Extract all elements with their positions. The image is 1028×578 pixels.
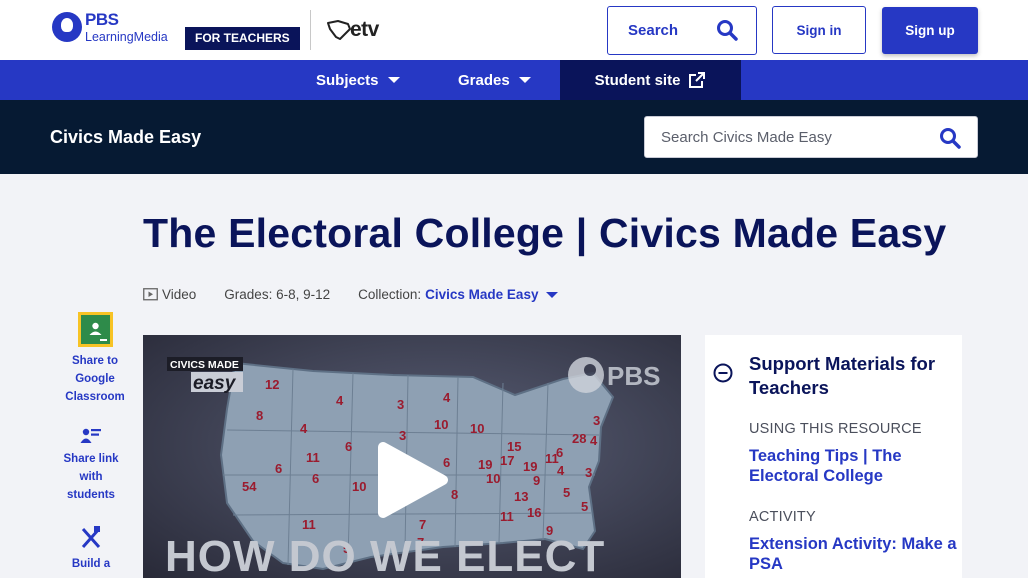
share-students-icon [80,428,101,443]
collection-title[interactable]: Civics Made Easy [50,127,201,148]
media-type: Video [162,287,197,302]
header-divider [310,10,311,50]
map-number-label: 16 [527,505,541,520]
top-header: PBS LearningMedia FOR TEACHERS etv Searc… [0,0,1028,60]
map-number-label: 17 [500,453,514,468]
map-number-label: 4 [557,463,565,478]
map-number-label: 15 [507,439,521,454]
map-number-label: 8 [256,408,263,423]
logo-main-text: PBS [85,10,119,29]
map-number-label: 9 [533,473,540,488]
map-number-label: 4 [443,390,451,405]
map-number-label: 6 [556,445,563,460]
nav-student-site[interactable]: Student site [560,60,741,100]
collection-bar: Civics Made Easy [0,100,1028,174]
map-number-label: 28 [572,431,586,446]
map-number-label: 10 [352,479,366,494]
video-icon [143,287,158,300]
map-number-label: 11 [302,517,316,532]
map-number-label: 10 [470,421,484,436]
build-tools-icon [81,526,101,548]
map-number-label: 4 [336,393,344,408]
map-number-label: 6 [275,461,282,476]
share-link-students[interactable]: Share link with students [56,427,126,504]
sign-in-button[interactable]: Sign in [772,6,866,54]
sign-up-button[interactable]: Sign up [882,7,978,54]
pbs-watermark: PBS [568,357,660,393]
map-number-label: 6 [312,471,319,486]
page-title: The Electoral College | Civics Made Easy [143,210,947,256]
map-number-label: 8 [451,487,458,502]
external-link-icon [689,72,706,88]
support-materials-title[interactable]: Support Materials for Teachers [749,352,959,400]
map-number-label: 4 [590,433,598,448]
video-caption: HOW DO WE ELECT [165,532,605,578]
map-number-label: 5 [563,485,570,500]
nav-grades-label: Grades [458,71,510,89]
map-number-label: 6 [443,455,450,470]
nav-student-site-label: Student site [594,71,681,89]
etv-logo[interactable]: etv [326,18,379,42]
collection-label: Collection: [358,287,422,302]
map-number-label: 4 [300,421,308,436]
state-outline-icon [327,20,351,40]
logo-sub-text: LearningMedia [85,30,168,44]
badge-top-text: CIVICS MADE [170,359,239,371]
nav-grades[interactable]: Grades [458,60,531,100]
extension-activity-link[interactable]: Extension Activity: Make a PSA [749,534,961,574]
map-number-label: 7 [419,517,426,532]
watermark-text: PBS [607,361,660,391]
chevron-down-icon [387,77,400,83]
pbs-learningmedia-logo[interactable]: PBS LearningMedia [52,11,168,44]
collection-link[interactable]: Civics Made Easy [425,287,538,302]
resource-meta: Video Grades: 6-8, 9-12 Collection: Civi… [143,287,559,302]
share-google-classroom[interactable]: Share to Google Classroom [60,312,130,406]
build-label: Build a [71,558,111,570]
map-number-label: 3 [399,428,406,443]
map-number-label: 5 [581,499,588,514]
etv-text: etv [350,18,379,41]
map-number-label: 11 [500,509,514,524]
share-classroom-label: Share to Google Classroom [65,355,125,403]
map-number-label: 13 [514,489,528,504]
map-number-label: 3 [593,413,600,428]
map-number-label: 10 [486,471,500,486]
map-number-label: 6 [345,439,352,454]
map-number-label: 12 [265,377,279,392]
search-icon [716,19,738,45]
build-lesson[interactable]: Build a [56,526,126,573]
teaching-tips-link[interactable]: Teaching Tips | The Electoral College [749,446,961,486]
map-number-label: 11 [306,450,320,465]
video-player[interactable]: 12 4 3 4 10 10 15 28 8 4 3 6 19 11 17 19 4 3 11 6 6 10 10 8 13 5 5… [143,335,681,578]
map-number-label: 19 [523,459,537,474]
header-search-button[interactable]: Search [607,6,757,55]
search-button-label: Search [628,22,679,39]
search-icon[interactable] [939,127,961,153]
map-number-label: 10 [434,417,448,432]
collapse-icon[interactable] [713,363,733,387]
section-label: USING THIS RESOURCE [749,421,922,437]
map-number-label: 54 [242,479,257,494]
map-number-label: 19 [478,457,492,472]
pbs-head-icon [52,12,82,43]
grade-levels: Grades: 6-8, 9-12 [224,287,331,302]
nav-subjects[interactable]: Subjects [316,60,400,100]
google-classroom-icon [77,312,113,347]
nav-subjects-label: Subjects [316,71,379,89]
chevron-down-icon[interactable] [546,291,559,298]
support-materials-panel: Support Materials for Teachers USING THI… [705,335,962,578]
main-nav: Subjects Grades Student site [0,60,1028,100]
share-students-label: Share link with students [63,453,119,501]
section-label: ACTIVITY [749,509,816,525]
badge-bottom-text: easy [193,373,237,394]
collection-search [644,116,978,158]
for-teachers-badge: FOR TEACHERS [185,27,300,50]
collection-search-input[interactable] [645,117,925,157]
chevron-down-icon [518,77,531,83]
map-number-label: 3 [585,465,592,480]
map-number-label: 3 [397,397,404,412]
